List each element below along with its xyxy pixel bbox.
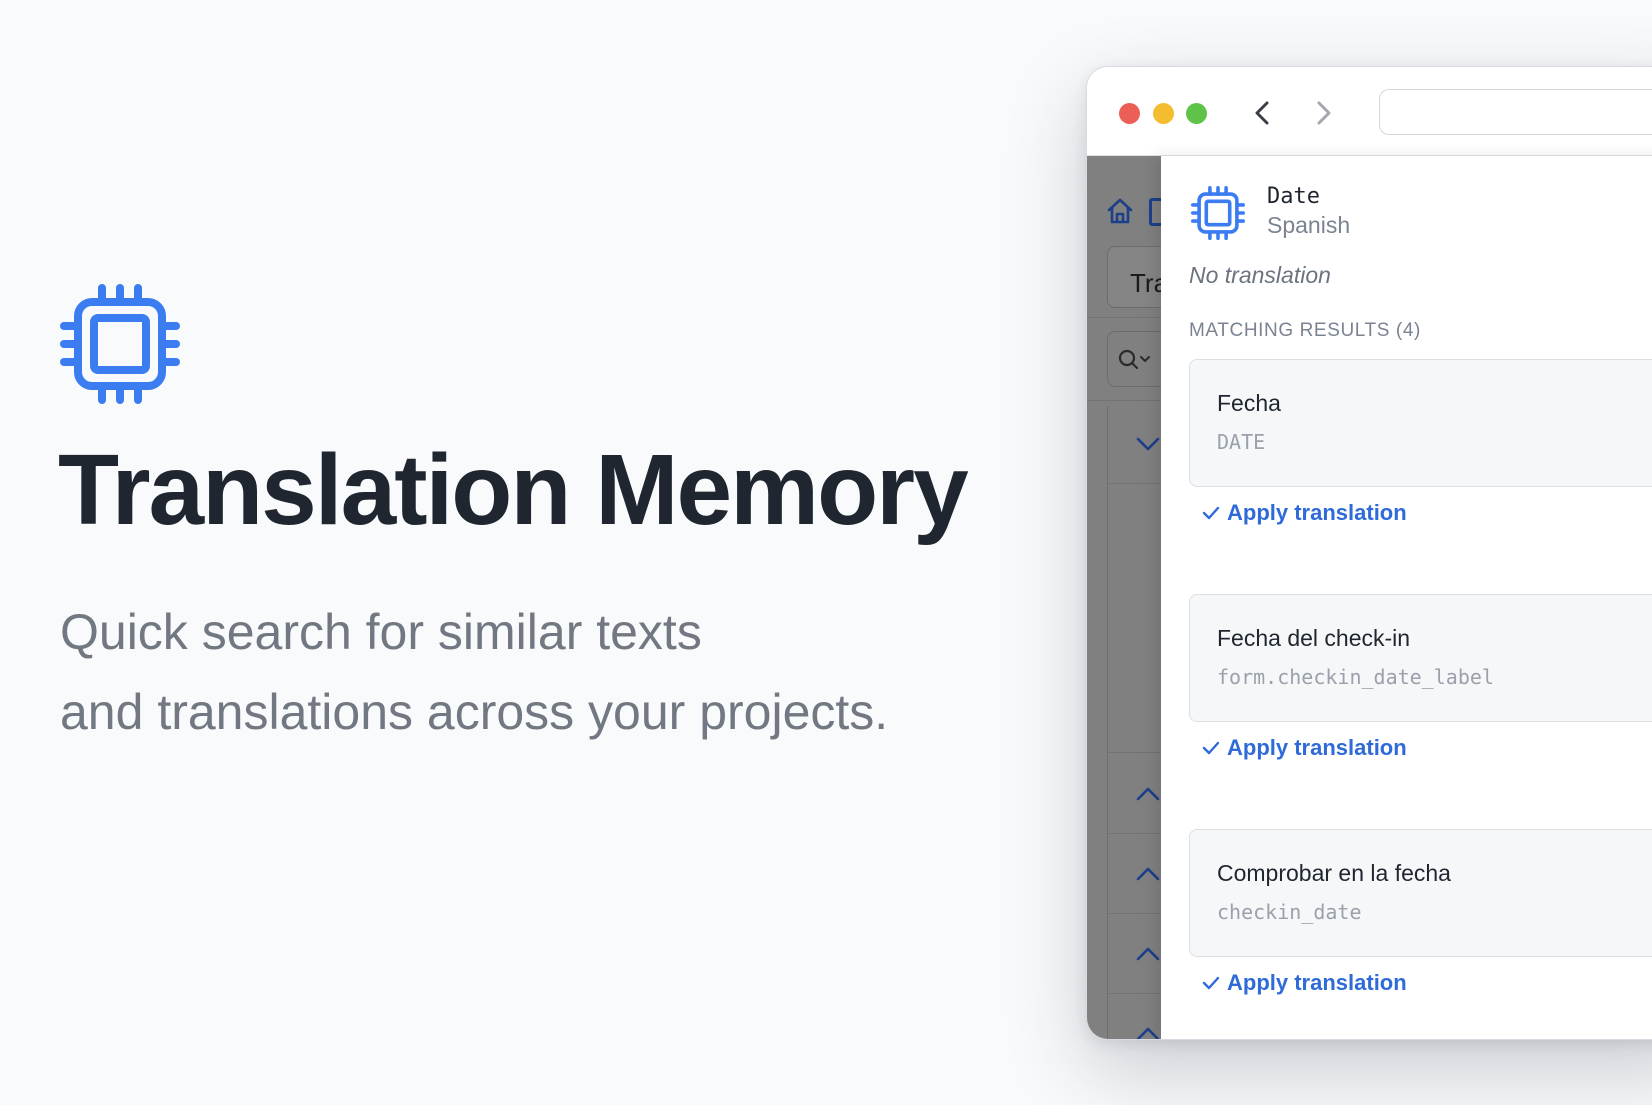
result-key: form.checkin_date_label [1217, 665, 1494, 689]
browser-window: Tra [1086, 66, 1652, 1040]
apply-translation-label: Apply translation [1227, 970, 1407, 995]
chevron-left-icon[interactable] [1247, 97, 1279, 129]
target-language: Spanish [1267, 212, 1351, 238]
divider [1107, 752, 1161, 753]
divider [1087, 400, 1161, 401]
apply-translation-label: Apply translation [1227, 500, 1407, 525]
apply-translation-button[interactable]: Apply translation [1201, 733, 1407, 763]
divider [1107, 406, 1108, 1039]
chevron-up-icon [1136, 947, 1160, 961]
chevron-up-icon [1136, 1027, 1160, 1039]
matching-results-heading: MATCHING RESULTS (4) [1189, 320, 1421, 341]
translation-key-name: Date [1267, 184, 1320, 209]
result-text: Fecha del check-in [1217, 625, 1411, 651]
address-bar[interactable] [1379, 89, 1652, 135]
divider [1107, 483, 1161, 484]
divider [1087, 317, 1161, 318]
browser-content: Tra [1087, 156, 1652, 1039]
chevron-up-icon [1136, 867, 1160, 881]
cpu-chip-icon [60, 284, 180, 404]
divider [1107, 833, 1161, 834]
apply-translation-button[interactable]: Apply translation [1201, 968, 1407, 998]
close-window-button[interactable] [1119, 103, 1140, 124]
result-card: Fecha DATE [1189, 359, 1652, 487]
result-text: Comprobar en la fecha [1217, 860, 1451, 886]
checkmark-icon [1202, 741, 1220, 755]
home-icon [1107, 198, 1133, 224]
result-card: Fecha del check-in form.checkin_date_lab… [1189, 594, 1652, 722]
hero-title: Translation Memory [58, 434, 969, 546]
hero-subtitle: Quick search for similar texts and trans… [60, 592, 1000, 752]
apply-translation-label: Apply translation [1227, 735, 1407, 760]
chevron-right-icon[interactable] [1307, 97, 1339, 129]
browser-titlebar [1087, 67, 1652, 156]
translation-memory-panel: Date Spanish No translation MATCHING RES… [1161, 156, 1652, 1039]
divider [1107, 913, 1161, 914]
result-card: Comprobar en la fecha checkin_date [1189, 829, 1652, 957]
divider [1107, 993, 1161, 994]
result-key: checkin_date [1217, 900, 1362, 924]
search-icon [1118, 349, 1150, 370]
background-field-text: Tra [1130, 268, 1161, 298]
chevron-down-icon [1136, 437, 1160, 451]
document-icon [1149, 198, 1161, 226]
cpu-chip-icon [1191, 186, 1245, 240]
chevron-up-icon [1136, 787, 1160, 801]
minimize-window-button[interactable] [1153, 103, 1174, 124]
hero-subtitle-line-1: Quick search for similar texts [60, 604, 702, 660]
result-key: DATE [1217, 430, 1266, 454]
result-text: Fecha [1217, 390, 1281, 416]
apply-translation-button[interactable]: Apply translation [1201, 498, 1407, 528]
hero-subtitle-line-2: and translations across your projects. [60, 684, 889, 740]
background-app-overlay[interactable]: Tra [1087, 156, 1161, 1039]
checkmark-icon [1202, 976, 1220, 990]
zoom-window-button[interactable] [1186, 103, 1207, 124]
translation-status: No translation [1189, 262, 1331, 288]
checkmark-icon [1202, 506, 1220, 520]
